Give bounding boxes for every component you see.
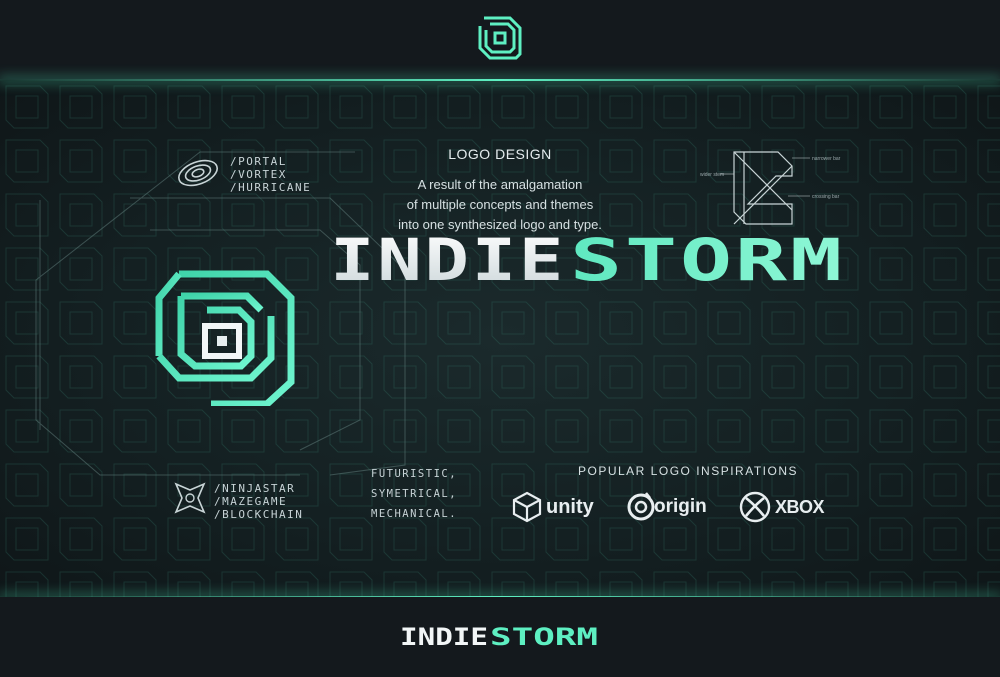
main-panel: /PORTAL /VORTEX /HURRICANE LOGO DESIGN A… (0, 80, 1000, 597)
wordmark-small: INDIE STORM (400, 624, 598, 650)
spiral-square-logo-icon (478, 16, 522, 60)
wordmark-large: INDIE STORM (330, 230, 845, 290)
section-title: LOGO DESIGN (448, 146, 552, 162)
ninja-star-icon (174, 482, 206, 514)
ninja-tag-list: /NINJASTAR /MAZEGAME /BLOCKCHAIN (214, 482, 303, 521)
description-line: of multiple concepts and themes (406, 197, 594, 212)
trait-item: FUTURISTIC, (371, 468, 458, 480)
inspirations-title: POPULAR LOGO INSPIRATIONS (578, 464, 798, 478)
letter-construction-diagram: narrower bar wider stem crossing bar (700, 151, 841, 225)
unity-brand-logo: unity (510, 490, 610, 524)
portal-tag: /PORTAL (230, 155, 287, 168)
top-band (0, 0, 1000, 80)
design-description: A result of the amalgamation of multiple… (350, 175, 650, 235)
annotation-label: wider stem (700, 172, 724, 178)
xbox-brand-logo: XBOX (738, 490, 842, 524)
wordmark-part-1: INDIE (330, 230, 566, 290)
swirl-vortex-icon (178, 159, 218, 187)
spiral-square-logo-icon (155, 270, 295, 406)
xbox-sphere-icon (739, 491, 771, 523)
unity-cube-icon (512, 491, 542, 523)
annotation-label: crossing bar (812, 194, 840, 200)
wordmark-part-2: STORM (570, 230, 845, 290)
portal-tag-list: /PORTAL /VORTEX /HURRICANE (230, 155, 311, 194)
wordmark-part-2: STORM (490, 624, 598, 650)
portal-tag: /HURRICANE (230, 181, 312, 194)
brand-name: XBOX (775, 497, 825, 517)
brand-name: origin (654, 496, 707, 517)
portal-tag: /VORTEX (230, 168, 287, 181)
origin-ring-icon (627, 492, 655, 521)
wordmark-part-1: INDIE (400, 624, 488, 650)
ninja-tag: /BLOCKCHAIN (214, 508, 304, 521)
annotation-label: narrower bar (812, 156, 841, 162)
description-line: A result of the amalgamation (417, 177, 583, 192)
trait-item: SYMETRICAL, (371, 488, 458, 500)
ninja-tag: /MAZEGAME (214, 495, 288, 508)
top-glow-divider (0, 79, 1000, 81)
ninja-tag: /NINJASTAR (214, 482, 296, 495)
trait-list: FUTURISTIC, SYMETRICAL, MECHANICAL. (371, 464, 457, 524)
origin-brand-logo: origin (624, 490, 724, 524)
brand-name: unity (546, 496, 594, 518)
trait-item: MECHANICAL. (371, 508, 458, 520)
